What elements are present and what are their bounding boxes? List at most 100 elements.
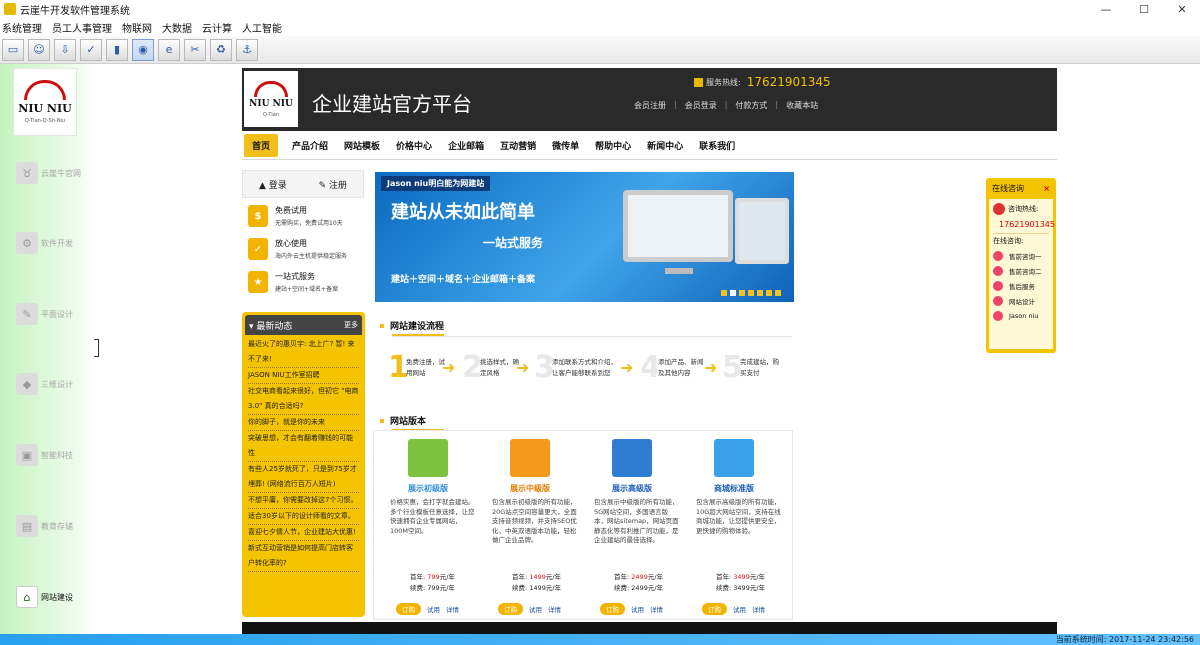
news-item[interactable]: JASON NIU工作室招聘 — [248, 368, 359, 384]
menu-system[interactable]: 系统管理 — [0, 20, 42, 35]
book-icon[interactable]: ▮ — [106, 38, 128, 61]
anchor-icon[interactable]: ⚓ — [236, 38, 258, 61]
process-step: 5 完成建站，购买支付 — [722, 350, 780, 385]
consult-agent[interactable]: 售后服务 — [993, 281, 1049, 291]
link-bookmark[interactable]: 收藏本站 — [786, 100, 818, 111]
news-item[interactable]: 社交电商看起来很好，但初它 "电商3.0" 真的合适吗? — [248, 384, 359, 415]
sidebar-item-official-site[interactable]: ♉ 云崖牛官网 — [16, 162, 94, 184]
minimize-button[interactable]: — — [1088, 0, 1124, 18]
consult-agent[interactable]: 售前咨询一 — [993, 251, 1049, 261]
version-name[interactable]: 展示中级版 — [480, 483, 580, 494]
feature-reliable[interactable]: ✓ 放心使用 海内外云主机提供稳定服务 — [248, 238, 368, 260]
trial-link[interactable]: 试用 — [427, 604, 440, 614]
check-icon[interactable]: ✓ — [80, 38, 102, 61]
order-button[interactable]: 订购 — [396, 603, 421, 615]
news-item[interactable]: 有些人25岁就死了，只是到75岁才埋葬! (网络流行百万人短片) — [248, 462, 359, 493]
banner-dot[interactable] — [757, 290, 763, 296]
menu-iot[interactable]: 物联网 — [120, 20, 152, 35]
menu-hr[interactable]: 员工人事管理 — [50, 20, 112, 35]
news-item[interactable]: 喜迎七夕情人节，企业建站大优惠! — [248, 525, 359, 541]
banner-dot[interactable] — [721, 290, 727, 296]
nav-marketing[interactable]: 互动营销 — [500, 139, 536, 152]
sidebar-item-edu-storage[interactable]: ▤ 教育存储 — [16, 515, 94, 537]
nav-news[interactable]: 新闻中心 — [647, 139, 683, 152]
trial-link[interactable]: 试用 — [529, 604, 542, 614]
detail-link[interactable]: 详情 — [446, 604, 459, 614]
link-register[interactable]: 会员注册 — [634, 100, 666, 111]
sidebar-item-smart-tech[interactable]: ▣ 智能科技 — [16, 444, 94, 466]
banner-dot[interactable] — [775, 290, 781, 296]
news-item[interactable]: 新式互动营销是如何提高门店转客户转化率的? — [248, 541, 359, 572]
order-button[interactable]: 订购 — [702, 603, 727, 615]
users-icon[interactable]: ☺ — [28, 38, 50, 61]
news-item[interactable]: 适合30岁以下的设计师看的文章。 — [248, 509, 359, 525]
consult-agent[interactable]: 网站设计 — [993, 296, 1049, 306]
news-more-link[interactable]: 更多 — [344, 320, 358, 330]
feature-free-trial[interactable]: $ 免费试用 无需购买，免费试用10天 — [248, 205, 368, 227]
monitor-icon[interactable]: ▭ — [2, 38, 24, 61]
version-name[interactable]: 展示高级版 — [582, 483, 682, 494]
nav-pricing[interactable]: 价格中心 — [396, 139, 432, 152]
news-item[interactable]: 最近火了的惠贝宇: 北上广? 暂! 来不了来! — [248, 337, 359, 368]
sidebar-item-website[interactable]: ⌂ 网站建设 — [16, 586, 94, 608]
nav-email[interactable]: 企业邮箱 — [448, 139, 484, 152]
site-logo[interactable]: NIU NIU Q-Tian — [244, 71, 298, 127]
window-title: 云崖牛开发软件管理系统 — [20, 5, 130, 17]
hero-banner[interactable]: Jason niu明白能为网建站 建站从未如此简单 一站式服务 建站＋空间＋域名… — [375, 172, 794, 302]
nav-templates[interactable]: 网站模板 — [344, 139, 380, 152]
news-item[interactable]: 突破思想，才会有翻着赚钱的可能性 — [248, 431, 359, 462]
version-name[interactable]: 商城标准版 — [684, 483, 784, 494]
detail-link[interactable]: 详情 — [650, 604, 663, 614]
close-button[interactable]: ✕ — [1164, 0, 1200, 18]
agent-name: 售后服务 — [1009, 283, 1035, 291]
trial-link[interactable]: 试用 — [631, 604, 644, 614]
price-unit: 元/年 — [749, 573, 766, 581]
company-logo: NIU NIU Q-Tian-Q-Sh-Niu — [13, 68, 77, 136]
price-label: 首年: — [410, 573, 426, 581]
order-button[interactable]: 订购 — [600, 603, 625, 615]
globe-icon[interactable]: ◉ — [132, 38, 154, 61]
menu-cloud[interactable]: 云计算 — [200, 20, 232, 35]
sidebar-item-label: 平面设计 — [41, 309, 73, 319]
close-icon[interactable]: × — [1043, 184, 1050, 193]
trial-link[interactable]: 试用 — [733, 604, 746, 614]
sidebar-item-graphic-design[interactable]: ✎ 平面设计 — [16, 303, 94, 325]
link-payment[interactable]: 付款方式 — [735, 100, 767, 111]
version-name[interactable]: 展示初级版 — [378, 483, 478, 494]
detail-link[interactable]: 详情 — [548, 604, 561, 614]
nav-home[interactable]: 首页 — [244, 133, 279, 157]
banner-dot[interactable] — [730, 290, 736, 296]
banner-dot[interactable] — [766, 290, 772, 296]
splitter-handle[interactable] — [94, 339, 99, 357]
detail-link[interactable]: 详情 — [752, 604, 765, 614]
menu-bigdata[interactable]: 大数据 — [160, 20, 192, 35]
consult-hotline: 咨询热线: — [993, 203, 1049, 215]
nav-products[interactable]: 产品介绍 — [292, 139, 328, 152]
tools-icon[interactable]: ✂ — [184, 38, 206, 61]
news-item[interactable]: 不想平庸，你需要改掉这7个习惯。 — [248, 493, 359, 509]
banner-dot[interactable] — [739, 290, 745, 296]
sidebar-item-software[interactable]: ⚙ 软件开发 — [16, 232, 94, 254]
banner-dot[interactable] — [748, 290, 754, 296]
sidebar-item-3d-design[interactable]: ◆ 三维设计 — [16, 373, 94, 395]
login-link[interactable]: ▲ 登录 — [259, 178, 287, 191]
star-icon: ★ — [248, 271, 268, 293]
order-button[interactable]: 订购 — [498, 603, 523, 615]
sidebar-item-label: 教育存储 — [41, 521, 73, 531]
register-link[interactable]: ✎ 注册 — [319, 178, 347, 191]
link-login[interactable]: 会员登录 — [685, 100, 717, 111]
nav-help[interactable]: 帮助中心 — [595, 139, 631, 152]
maximize-button[interactable]: ☐ — [1126, 0, 1162, 18]
download-icon[interactable]: ⇩ — [54, 38, 76, 61]
toolbar: ▭ ☺ ⇩ ✓ ▮ ◉ e ✂ ♻ ⚓ — [0, 36, 1200, 64]
consult-agent[interactable]: Jason niu — [993, 311, 1049, 321]
ie-icon[interactable]: e — [158, 38, 180, 61]
consult-agent[interactable]: 售前咨询二 — [993, 266, 1049, 276]
nav-flyer[interactable]: 微传单 — [552, 139, 579, 152]
agent-avatar-icon — [993, 296, 1003, 306]
recycle-icon[interactable]: ♻ — [210, 38, 232, 61]
news-item[interactable]: 你的脚子，就是你的未来 — [248, 415, 359, 431]
feature-one-stop[interactable]: ★ 一站式服务 建站+空间+域名+备案 — [248, 271, 368, 293]
nav-contact[interactable]: 联系我们 — [699, 139, 735, 152]
menu-ai[interactable]: 人工智能 — [240, 20, 282, 35]
